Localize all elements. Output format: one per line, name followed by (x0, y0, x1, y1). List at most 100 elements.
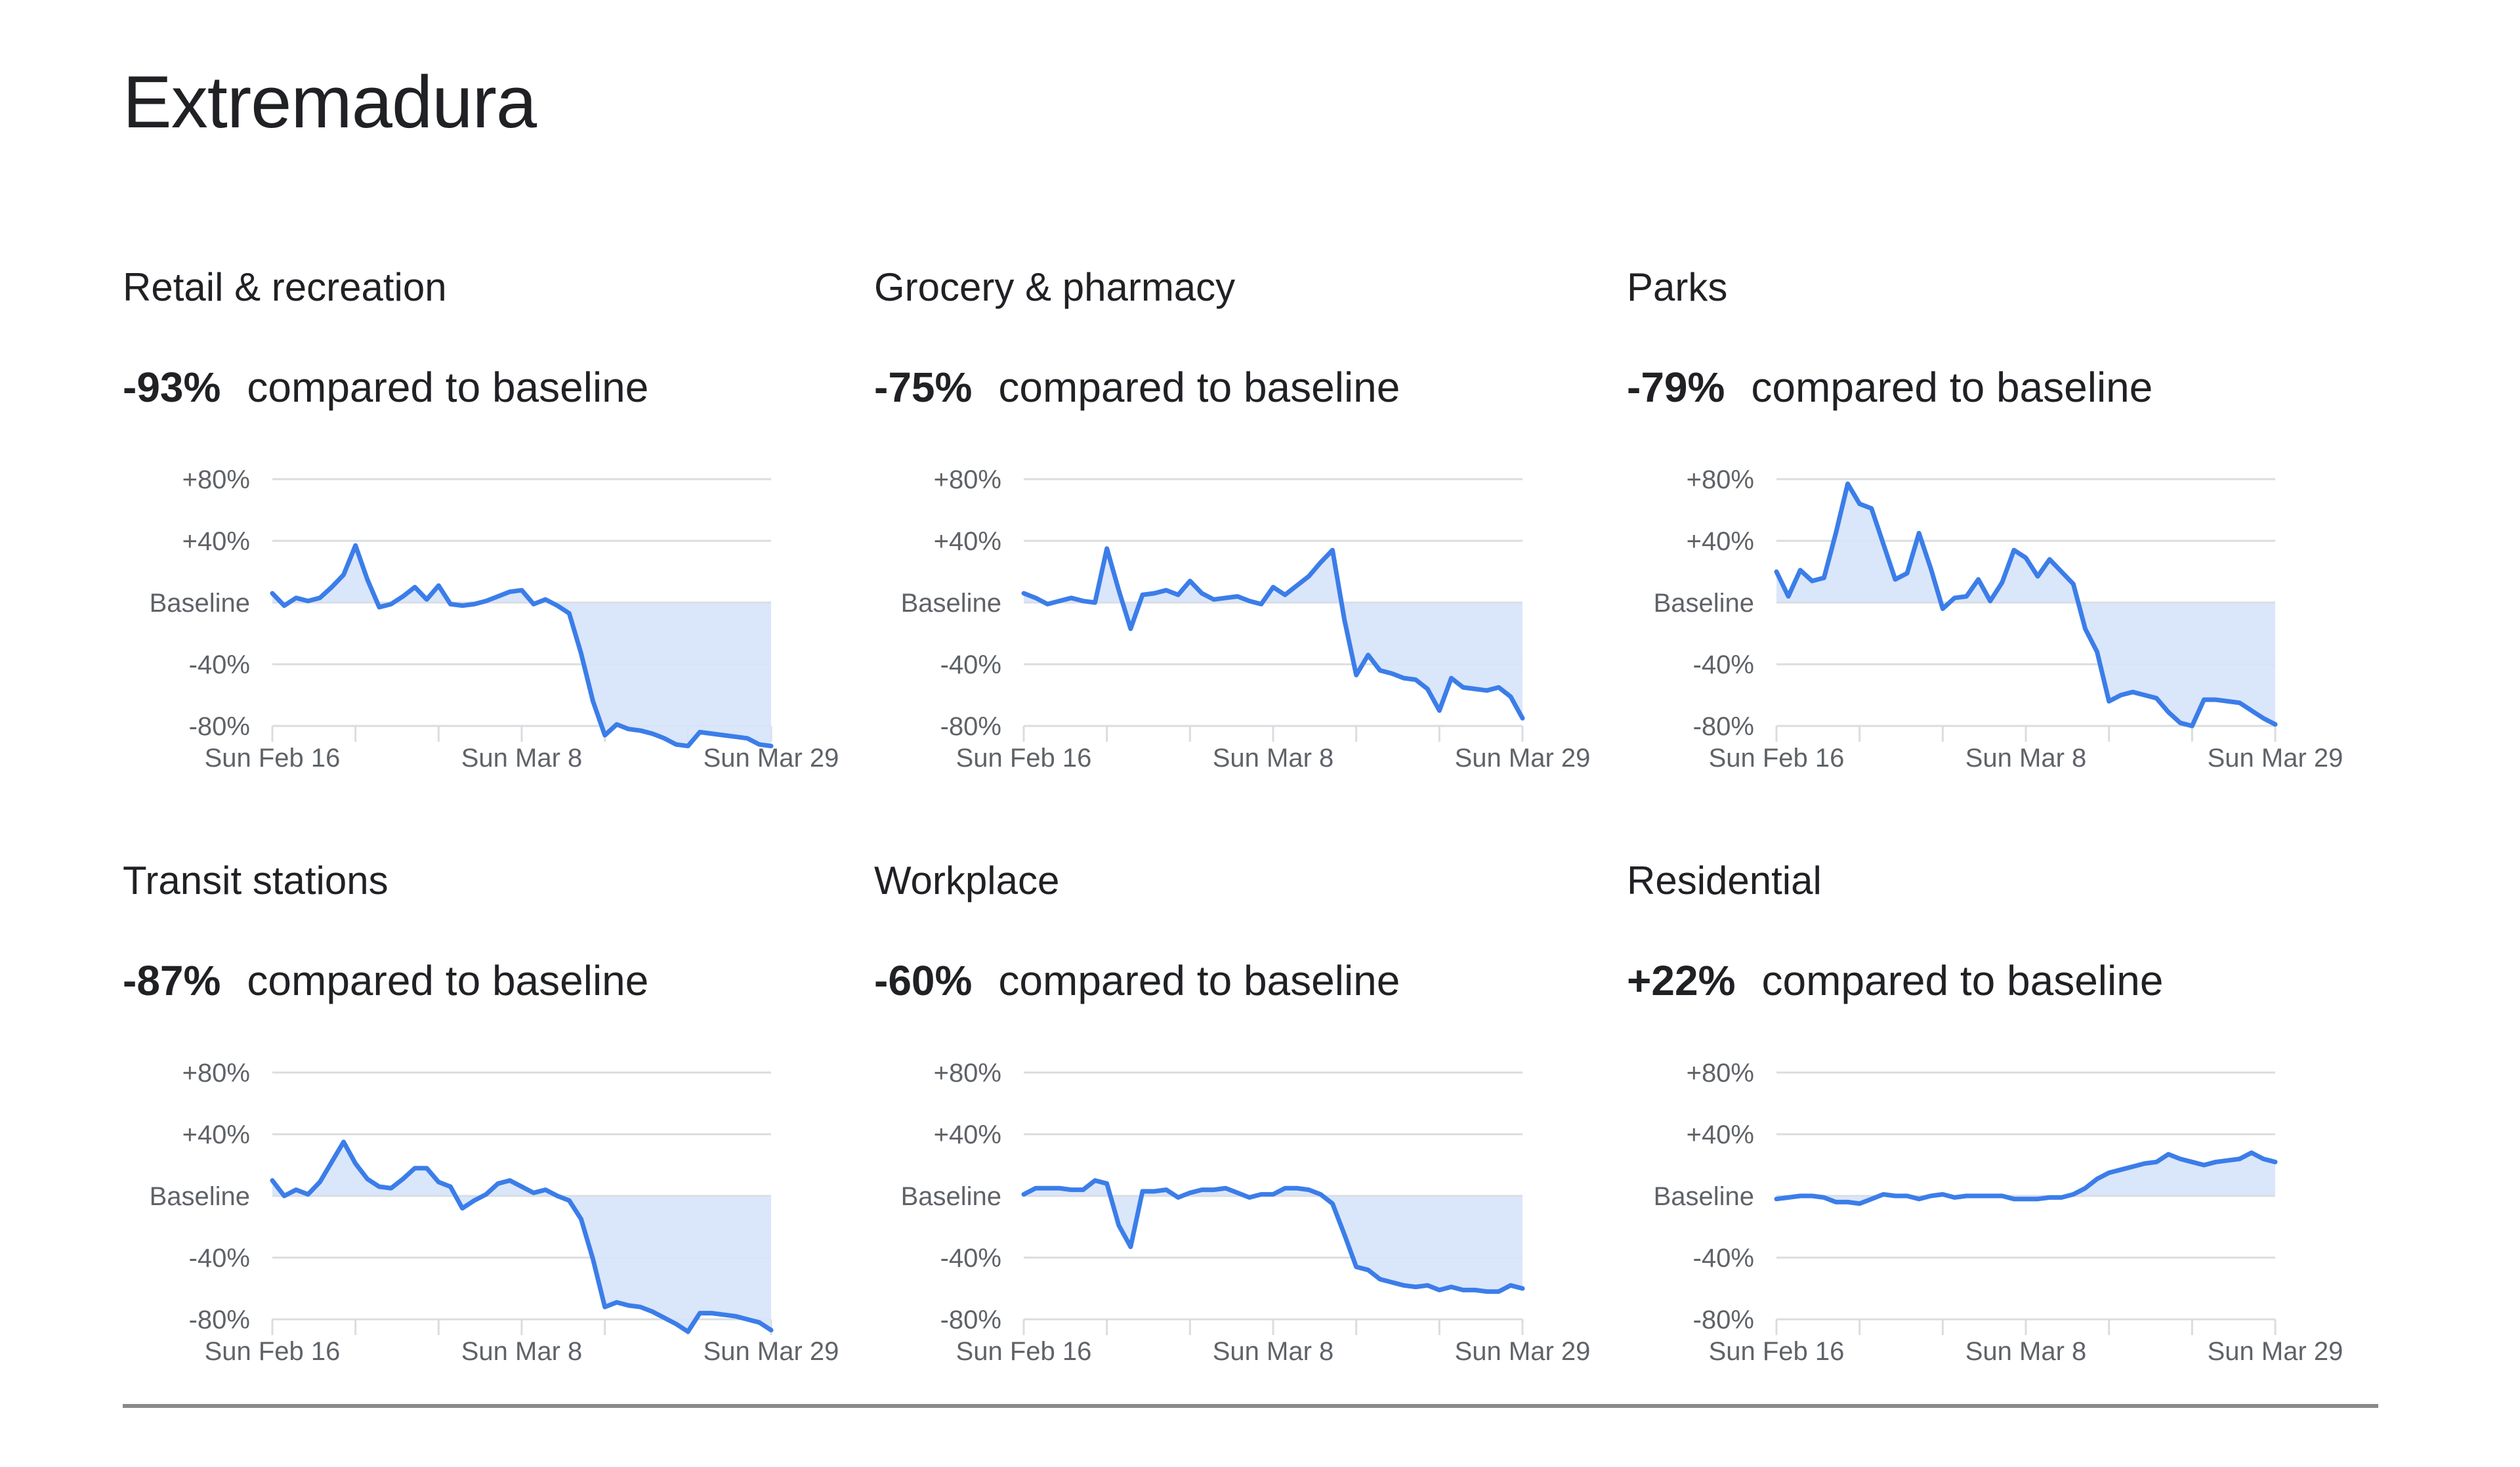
data-point (461, 1206, 465, 1210)
data-point (389, 1186, 393, 1190)
baseline-area (1024, 1180, 1522, 1292)
data-point (2119, 1168, 2123, 1172)
x-tick-label: Sun Feb 16 (956, 1337, 1092, 1366)
data-point (532, 1191, 536, 1195)
data-point (1200, 1188, 1204, 1192)
data-point (1045, 1186, 1049, 1190)
y-tick-label: +80% (934, 465, 1001, 494)
panel-title: Retail & recreation (123, 265, 447, 309)
data-point (2238, 1157, 2242, 1161)
data-point (282, 604, 286, 608)
y-tick-label: -80% (189, 712, 250, 741)
data-point (650, 732, 654, 736)
x-tick-label: Sun Mar 8 (1965, 1337, 2087, 1366)
data-point (1786, 595, 1790, 599)
panel-stat: +22% compared to baseline (1627, 960, 2163, 1002)
data-point (1834, 1200, 1838, 1204)
data-point (2048, 557, 2051, 561)
data-point (2131, 690, 2135, 694)
data-point (1834, 531, 1838, 535)
y-tick-label: Baseline (150, 589, 250, 618)
data-point (769, 744, 773, 748)
data-point (306, 1193, 310, 1197)
baseline-area (272, 1141, 771, 1332)
data-point (342, 1140, 346, 1144)
headline-percent: -93% (123, 364, 221, 411)
data-point (1176, 593, 1180, 597)
data-point (615, 723, 619, 727)
data-point (1236, 595, 1240, 599)
data-point (520, 1185, 524, 1189)
data-point (1437, 709, 1441, 713)
data-point (425, 1166, 429, 1170)
data-point (1798, 568, 1802, 572)
data-point (1965, 595, 1969, 599)
data-point (2178, 721, 2182, 725)
data-point (318, 1180, 322, 1184)
data-point (342, 573, 346, 577)
data-point (1318, 561, 1322, 564)
data-point (1425, 1283, 1429, 1287)
x-tick-label: Sun Mar 29 (2208, 1337, 2343, 1366)
data-point (1212, 597, 1216, 601)
y-tick-label: -40% (1693, 650, 1754, 679)
data-point (1164, 588, 1168, 592)
data-point (1461, 1288, 1465, 1292)
data-point (294, 596, 298, 600)
data-point (270, 591, 274, 595)
baseline-area (1776, 484, 2275, 726)
data-point (1295, 1186, 1299, 1190)
data-point (1152, 591, 1156, 595)
data-point (2143, 1162, 2147, 1166)
data-point (2214, 698, 2218, 702)
data-point (686, 1330, 690, 1334)
data-point (2095, 1177, 2099, 1181)
data-point (686, 744, 690, 748)
panel-stat: -75% compared to baseline (874, 366, 1400, 408)
data-point (2154, 696, 2158, 700)
data-point (1977, 578, 1981, 582)
headline-suffix: compared to baseline (998, 364, 1400, 411)
data-point (508, 590, 512, 594)
data-point (2024, 556, 2028, 560)
data-point (1117, 1223, 1121, 1227)
data-point (1893, 578, 1897, 582)
data-point (1390, 1281, 1394, 1285)
data-point (1366, 653, 1370, 657)
data-point (1798, 1194, 1802, 1198)
data-point (1093, 601, 1097, 605)
data-point (1952, 1195, 1956, 1199)
x-tick-label: Sun Mar 8 (461, 744, 583, 773)
panel-title: Transit stations (123, 859, 388, 903)
line-chart: +80% +40% Baseline -40% -80% Sun Feb 16 Sun Ma… (901, 465, 1591, 773)
data-point (603, 1305, 607, 1309)
data-point (2059, 1195, 2063, 1199)
data-point (472, 602, 476, 606)
data-point (1414, 1285, 1418, 1289)
x-tick-label: Sun Mar 29 (1455, 744, 1591, 773)
x-tick-label: Sun Mar 8 (461, 1337, 583, 1366)
data-point (2143, 693, 2147, 697)
data-point (1318, 1193, 1322, 1197)
data-point (2190, 1160, 2194, 1164)
data-point (366, 578, 369, 582)
data-point (1057, 1186, 1061, 1190)
y-tick-label: +40% (1687, 527, 1754, 556)
data-point (1330, 1202, 1334, 1206)
data-point (2190, 724, 2194, 728)
x-tick-label: Sun Feb 16 (205, 744, 341, 773)
data-point (1045, 602, 1049, 606)
data-point (1449, 1285, 1453, 1289)
data-point (1271, 585, 1275, 589)
data-point (461, 604, 465, 608)
data-point (1402, 1283, 1406, 1287)
data-point (567, 611, 571, 615)
y-tick-label: -40% (189, 650, 250, 679)
baseline-area (272, 545, 771, 746)
data-point (1248, 599, 1251, 603)
data-point (1425, 687, 1429, 691)
data-point (1022, 1193, 1026, 1197)
line-chart: +80% +40% Baseline -40% -80% Sun Feb 16 Sun Ma… (901, 1059, 1591, 1366)
data-point (436, 1180, 440, 1184)
panel-title: Residential (1627, 859, 1822, 903)
